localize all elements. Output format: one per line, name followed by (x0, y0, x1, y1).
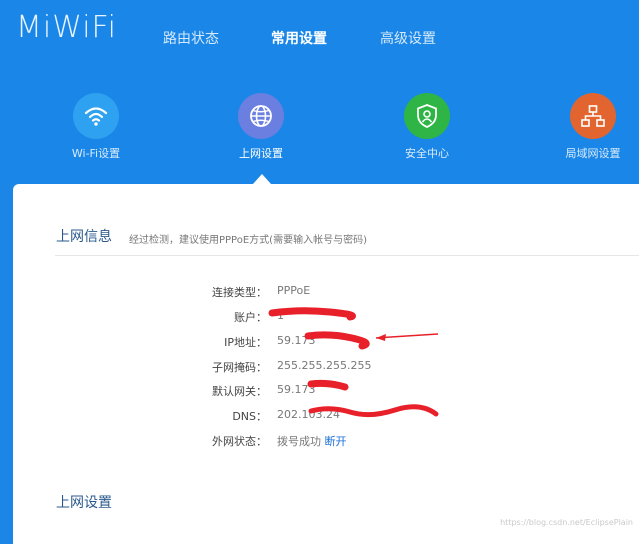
redaction-dns (308, 404, 439, 418)
redaction-marks (268, 307, 439, 418)
watermark: https://blog.csdn.net/EclipsePlain (500, 518, 633, 527)
redaction-ip (304, 331, 370, 350)
internet-settings-title: 上网设置 (56, 495, 112, 511)
redaction-account (268, 307, 356, 321)
arrow-head-icon (376, 334, 386, 341)
redaction-gateway (307, 379, 349, 391)
